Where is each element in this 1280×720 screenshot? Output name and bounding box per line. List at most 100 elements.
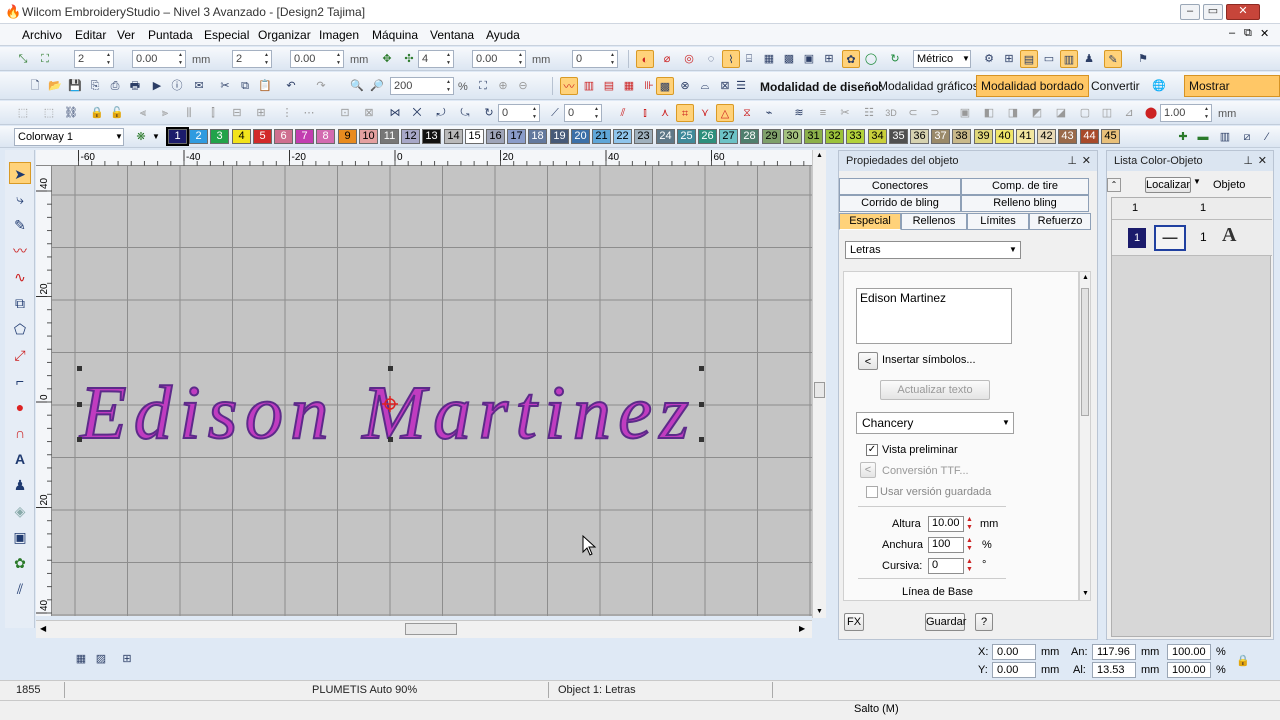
collapse-icon[interactable]: ⌃ <box>1107 178 1121 192</box>
tab-especial[interactable]: Especial <box>839 213 901 230</box>
distribute-icon[interactable]: ⋮ <box>278 104 296 122</box>
update-text-button[interactable]: Actualizar texto <box>880 380 990 400</box>
paste-icon[interactable]: 📋 <box>256 77 274 95</box>
unlock-icon[interactable]: 🔓 <box>108 104 126 122</box>
color-swatch-27[interactable]: 27 <box>719 129 738 144</box>
tatami-icon[interactable]: ⌀ <box>658 50 676 68</box>
color-swatch-21[interactable]: 21 <box>592 129 611 144</box>
pencil-tool-icon[interactable]: ✎ <box>9 214 31 236</box>
menu-editar[interactable]: Editar <box>75 28 106 42</box>
auto-underlay-icon[interactable]: ⌗ <box>676 104 694 122</box>
export-icon[interactable]: ⎘ <box>86 77 104 95</box>
embroidery-lettering-object[interactable]: Edison Martinez <box>78 370 695 456</box>
proportional-lock-icon[interactable]: 🔒 <box>1234 652 1252 670</box>
scroll-up-icon[interactable]: ▲ <box>1082 274 1089 281</box>
horizontal-scrollbar[interactable]: ◀ ▶ <box>36 620 812 638</box>
show-connectors-icon[interactable]: ▤ <box>600 77 618 95</box>
arc-tool-icon[interactable]: ∩ <box>9 422 31 444</box>
save-icon[interactable]: 💾 <box>66 77 84 95</box>
ttf-conversion-label[interactable]: Conversión TTF... <box>882 465 969 477</box>
reshape-icon[interactable]: ⫾ <box>636 104 654 122</box>
use-saved-checkbox[interactable] <box>866 486 878 498</box>
smooth-curves-icon[interactable]: ⌁ <box>760 104 778 122</box>
show-bling-icon[interactable]: ▩ <box>656 77 674 95</box>
grid-icon[interactable]: ⊞ <box>1000 50 1018 68</box>
new-file-icon[interactable]: 🗋 <box>26 77 44 95</box>
color-swatch-19[interactable]: 19 <box>550 129 569 144</box>
fill-tool-icon[interactable]: ⧉ <box>9 292 31 314</box>
color-swatch-1[interactable]: 1 <box>166 127 189 146</box>
resize-icon[interactable]: ⛶ <box>36 50 54 68</box>
applique-icon[interactable]: ✿ <box>842 50 860 68</box>
colorway-menu-icon[interactable]: ▼ <box>152 132 160 141</box>
print-icon[interactable]: 🖶 <box>126 77 144 95</box>
show-needle-icon[interactable]: ▦ <box>620 77 638 95</box>
color-swatch-41[interactable]: 41 <box>1016 129 1035 144</box>
pin-icon[interactable]: ⊥ <box>1243 151 1253 171</box>
offset-outline-icon[interactable]: ▢ <box>1076 104 1094 122</box>
horizontal-scroll-thumb[interactable] <box>405 623 457 635</box>
frame-tool-icon[interactable]: ▣ <box>9 526 31 548</box>
show-graphics-button[interactable]: Mostrar Gráficos <box>1184 75 1280 113</box>
tab-conectores[interactable]: Conectores <box>839 178 961 195</box>
color-swatch-44[interactable]: 44 <box>1080 129 1099 144</box>
scroll-up-icon[interactable]: ▲ <box>816 152 823 159</box>
preview-checkbox[interactable]: ✓ <box>866 444 878 456</box>
cut-icon[interactable]: ✂ <box>216 77 234 95</box>
zoom-all-icon[interactable]: ⊖ <box>514 77 532 95</box>
zoom-input[interactable]: 200 <box>390 77 454 95</box>
layer-down-icon[interactable]: ◪ <box>1052 104 1070 122</box>
fit-icon[interactable]: ⊠ <box>360 104 378 122</box>
scroll-left-icon[interactable]: ◀ <box>40 624 46 633</box>
width-spinner-icon[interactable]: ▲ ▼ <box>966 537 973 553</box>
color-swatch-3[interactable]: 3 <box>210 129 229 144</box>
scroll-right-icon[interactable]: ▶ <box>799 624 805 633</box>
menu-organizar[interactable]: Organizar <box>258 28 311 42</box>
snap-icon[interactable]: ⊞ <box>118 650 136 668</box>
color-swatch-16[interactable]: 16 <box>486 129 505 144</box>
stitch-player-icon[interactable]: ▶ <box>148 77 166 95</box>
offset-input[interactable]: 0.00 <box>290 50 344 68</box>
color-list-icon[interactable]: ▥ <box>1060 50 1078 68</box>
thread-chart-icon[interactable]: ▥ <box>1216 128 1234 146</box>
tab-refuerzo[interactable]: Refuerzo <box>1029 213 1091 230</box>
tile-icon[interactable]: ⊞ <box>820 50 838 68</box>
lettering-text-field[interactable]: Edison Martinez <box>856 288 1012 344</box>
object-type-select[interactable]: Letras <box>845 241 1021 259</box>
circle-tool-icon[interactable]: ● <box>9 396 31 418</box>
menu-archivo[interactable]: Archivo <box>22 28 62 42</box>
minimize-icon[interactable]: – <box>1180 4 1200 20</box>
insert-symbols-arrow-icon[interactable]: < <box>858 352 878 370</box>
group-icon[interactable]: ⬚ <box>14 104 32 122</box>
maximize-icon[interactable]: ▭ <box>1203 4 1223 20</box>
color-swatch-30[interactable]: 30 <box>783 129 802 144</box>
menu-imagen[interactable]: Imagen <box>319 28 359 42</box>
color-swatch-20[interactable]: 20 <box>571 129 590 144</box>
add-color-icon[interactable]: ✚ <box>1174 128 1192 146</box>
color-swatch-5[interactable]: 5 <box>253 129 272 144</box>
align-right-icon[interactable]: ⫼ <box>180 104 198 122</box>
rotate-left-icon[interactable]: ⤾ <box>432 104 450 122</box>
color-swatch-34[interactable]: 34 <box>868 129 887 144</box>
color-swatch-43[interactable]: 43 <box>1058 129 1077 144</box>
color-swatch-7[interactable]: 7 <box>295 129 314 144</box>
lock-icon[interactable]: 🔒 <box>88 104 106 122</box>
trapunto-icon[interactable]: ✂ <box>836 104 854 122</box>
color-swatch-10[interactable]: 10 <box>359 129 378 144</box>
copies-input[interactable]: 4 <box>418 50 454 68</box>
color-swatch-36[interactable]: 36 <box>910 129 929 144</box>
color-swatch-2[interactable]: 2 <box>189 129 208 144</box>
ungroup-icon[interactable]: ⬚ <box>40 104 58 122</box>
link-icon[interactable]: ⛓ <box>62 104 80 122</box>
stitch-spacing-input[interactable]: 2 <box>74 50 114 68</box>
color-swatch-33[interactable]: 33 <box>846 129 865 144</box>
count-input[interactable]: 2 <box>232 50 272 68</box>
tab-corrido-bling[interactable]: Corrido de bling <box>839 195 961 212</box>
color-swatch-37[interactable]: 37 <box>931 129 950 144</box>
wave-tool-icon[interactable]: ∿ <box>9 266 31 288</box>
scroll-down-icon[interactable]: ▼ <box>816 608 823 615</box>
machine-icon[interactable]: ⚑ <box>1134 50 1152 68</box>
panel-close-icon[interactable]: ✕ <box>1082 151 1091 171</box>
redo-icon[interactable]: ↷ <box>312 77 330 95</box>
color-swatch-17[interactable]: 17 <box>507 129 526 144</box>
